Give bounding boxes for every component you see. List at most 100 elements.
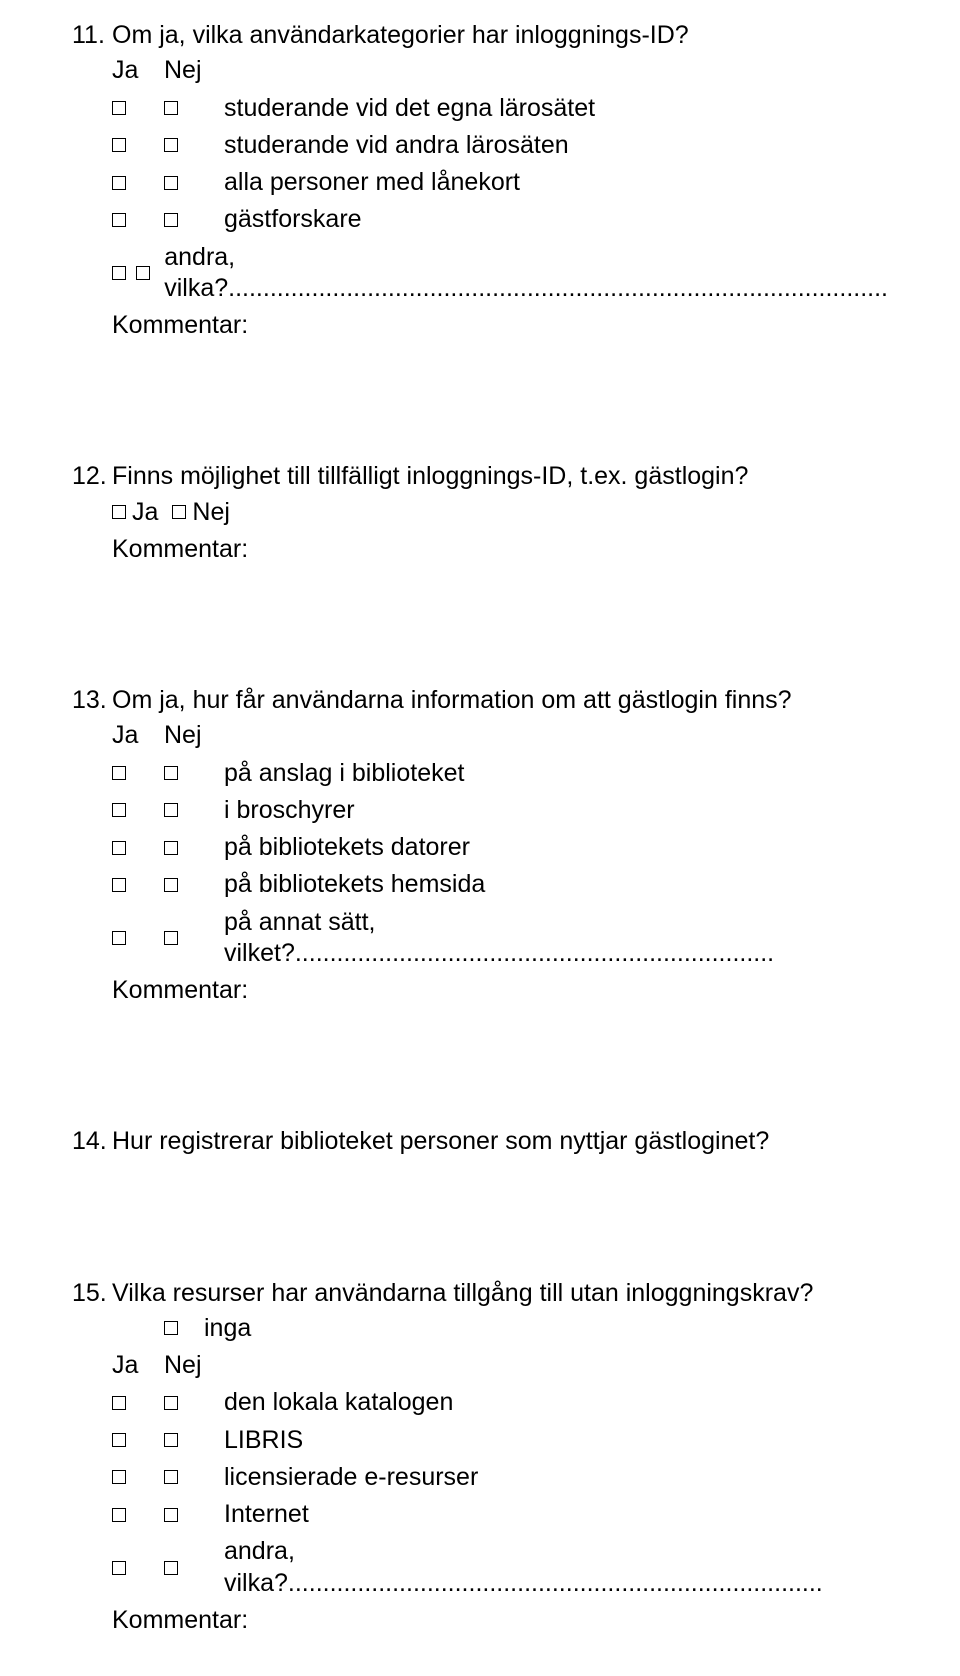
q15-row-1: den lokala katalogen	[72, 1387, 888, 1418]
q12-nej-label: Nej	[192, 497, 230, 528]
q11-row-5: andra, vilka?...........................…	[72, 242, 888, 305]
question-12-text: Finns möjlighet till tillfälligt inloggn…	[112, 461, 888, 492]
q15-row-1-label: den lokala katalogen	[224, 1387, 888, 1418]
q11-row-3-label: alla personer med lånekort	[224, 167, 888, 198]
q11-row-2: studerande vid andra lärosäten	[72, 130, 888, 161]
q13-kommentar-label: Kommentar:	[72, 975, 888, 1006]
q13-header-ja: Ja	[112, 720, 164, 751]
question-15-title-row: 15. Vilka resurser har användarna tillgå…	[72, 1278, 888, 1309]
question-12: 12. Finns möjlighet till tillfälligt inl…	[72, 461, 888, 565]
q11-row-2-label: studerande vid andra lärosäten	[224, 130, 888, 161]
q11-row-4-ja-checkbox[interactable]	[112, 213, 126, 227]
q13-row-1-ja-checkbox[interactable]	[112, 766, 126, 780]
q13-row-4: på bibliotekets hemsida	[72, 869, 888, 900]
q11-row-1-ja-checkbox[interactable]	[112, 101, 126, 115]
q11-row-4: gästforskare	[72, 204, 888, 235]
q11-header: Ja Nej	[72, 55, 888, 86]
q15-row-2: LIBRIS	[72, 1425, 888, 1456]
question-13-number: 13.	[72, 685, 112, 716]
q15-row-4: Internet	[72, 1499, 888, 1530]
q11-row-5-ja-checkbox[interactable]	[112, 266, 126, 280]
question-15: 15. Vilka resurser har användarna tillgå…	[72, 1278, 888, 1637]
q15-row-3-ja-checkbox[interactable]	[112, 1470, 126, 1484]
q15-inga-row: inga	[72, 1313, 888, 1344]
q15-row-5-nej-checkbox[interactable]	[164, 1561, 178, 1575]
q15-row-5-ja-checkbox[interactable]	[112, 1561, 126, 1575]
question-13-title-row: 13. Om ja, hur får användarna informatio…	[72, 685, 888, 716]
q15-header-nej: Nej	[164, 1350, 224, 1381]
q12-ja-checkbox[interactable]	[112, 505, 126, 519]
q15-row-4-label: Internet	[224, 1499, 888, 1530]
q15-row-5-label: andra, vilka?...........................…	[224, 1536, 888, 1599]
q12-ja-label: Ja	[132, 497, 158, 528]
q15-header-ja: Ja	[112, 1350, 164, 1381]
q11-row-5-nej-checkbox[interactable]	[136, 266, 150, 280]
question-14-number: 14.	[72, 1126, 112, 1157]
q15-row-2-nej-checkbox[interactable]	[164, 1433, 178, 1447]
question-14-title-row: 14. Hur registrerar biblioteket personer…	[72, 1126, 888, 1157]
q11-row-3-ja-checkbox[interactable]	[112, 176, 126, 190]
question-11-text: Om ja, vilka användarkategorier har inlo…	[112, 20, 888, 51]
q15-row-1-nej-checkbox[interactable]	[164, 1396, 178, 1410]
q13-row-3: på bibliotekets datorer	[72, 832, 888, 863]
question-13-text: Om ja, hur får användarna information om…	[112, 685, 888, 716]
question-11-title-row: 11. Om ja, vilka användarkategorier har …	[72, 20, 888, 51]
q15-row-3-nej-checkbox[interactable]	[164, 1470, 178, 1484]
q13-row-5: på annat sätt, vilket?..................…	[72, 907, 888, 970]
q11-row-3-nej-checkbox[interactable]	[164, 176, 178, 190]
q12-ja-nej-row: Ja Nej	[72, 497, 888, 528]
question-15-text: Vilka resurser har användarna tillgång t…	[112, 1278, 888, 1309]
page: 11. Om ja, vilka användarkategorier har …	[0, 0, 960, 1676]
q15-row-5: andra, vilka?...........................…	[72, 1536, 888, 1599]
q15-row-4-ja-checkbox[interactable]	[112, 1508, 126, 1522]
q13-row-3-label: på bibliotekets datorer	[224, 832, 888, 863]
q15-row-4-nej-checkbox[interactable]	[164, 1508, 178, 1522]
q11-row-4-nej-checkbox[interactable]	[164, 213, 178, 227]
q15-row-3-label: licensierade e-resurser	[224, 1462, 888, 1493]
q11-header-nej: Nej	[164, 55, 224, 86]
q12-nej-checkbox[interactable]	[172, 505, 186, 519]
q12-kommentar-label: Kommentar:	[72, 534, 888, 565]
q15-row-2-label: LIBRIS	[224, 1425, 888, 1456]
q11-row-4-label: gästforskare	[224, 204, 888, 235]
q13-row-1-label: på anslag i biblioteket	[224, 758, 888, 789]
q11-row-5-label: andra, vilka?...........................…	[164, 242, 888, 305]
question-14-text: Hur registrerar biblioteket personer som…	[112, 1126, 888, 1157]
q13-row-1-nej-checkbox[interactable]	[164, 766, 178, 780]
q13-row-4-nej-checkbox[interactable]	[164, 878, 178, 892]
q15-row-1-ja-checkbox[interactable]	[112, 1396, 126, 1410]
q11-kommentar-label: Kommentar:	[72, 310, 888, 341]
q15-inga-checkbox[interactable]	[164, 1321, 178, 1335]
q15-row-2-ja-checkbox[interactable]	[112, 1433, 126, 1447]
q11-row-1-nej-checkbox[interactable]	[164, 101, 178, 115]
q13-row-5-nej-checkbox[interactable]	[164, 931, 178, 945]
q13-row-5-ja-checkbox[interactable]	[112, 931, 126, 945]
q15-kommentar-label: Kommentar:	[72, 1605, 888, 1636]
question-14: 14. Hur registrerar biblioteket personer…	[72, 1126, 888, 1157]
question-11-number: 11.	[72, 20, 112, 51]
q11-row-1-label: studerande vid det egna lärosätet	[224, 93, 888, 124]
q11-header-ja: Ja	[112, 55, 164, 86]
q13-header-nej: Nej	[164, 720, 224, 751]
q13-row-4-ja-checkbox[interactable]	[112, 878, 126, 892]
q13-header: Ja Nej	[72, 720, 888, 751]
question-12-number: 12.	[72, 461, 112, 492]
q15-row-3: licensierade e-resurser	[72, 1462, 888, 1493]
q13-row-1: på anslag i biblioteket	[72, 758, 888, 789]
q15-header: Ja Nej	[72, 1350, 888, 1381]
q15-inga-label: inga	[204, 1313, 251, 1344]
q13-row-2-ja-checkbox[interactable]	[112, 803, 126, 817]
q11-row-2-nej-checkbox[interactable]	[164, 138, 178, 152]
q13-row-5-label: på annat sätt, vilket?..................…	[224, 907, 888, 970]
q13-row-2-label: i broschyrer	[224, 795, 888, 826]
question-12-title-row: 12. Finns möjlighet till tillfälligt inl…	[72, 461, 888, 492]
question-15-number: 15.	[72, 1278, 112, 1309]
q13-row-2-nej-checkbox[interactable]	[164, 803, 178, 817]
q11-row-3: alla personer med lånekort	[72, 167, 888, 198]
q11-row-2-ja-checkbox[interactable]	[112, 138, 126, 152]
q13-row-3-ja-checkbox[interactable]	[112, 841, 126, 855]
q13-row-3-nej-checkbox[interactable]	[164, 841, 178, 855]
question-11: 11. Om ja, vilka användarkategorier har …	[72, 20, 888, 341]
q13-row-4-label: på bibliotekets hemsida	[224, 869, 888, 900]
q13-row-2: i broschyrer	[72, 795, 888, 826]
